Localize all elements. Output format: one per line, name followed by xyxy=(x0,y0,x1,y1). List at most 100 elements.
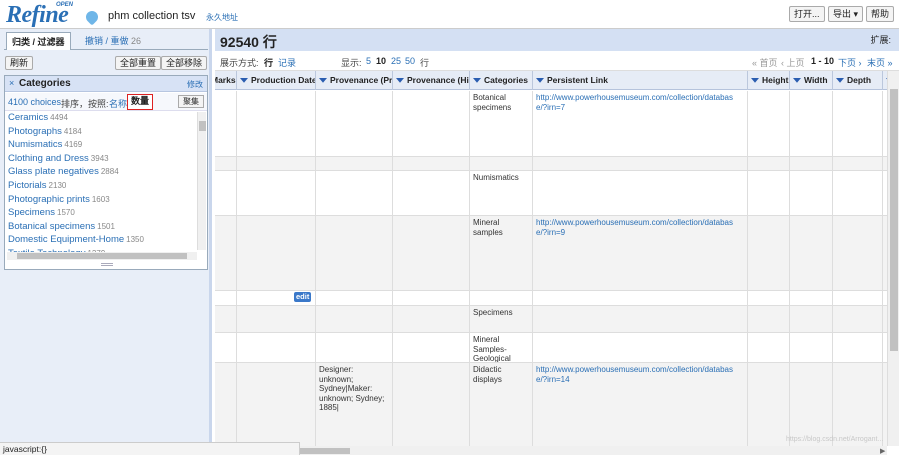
column-menu-arrow-icon[interactable] xyxy=(319,78,327,83)
column-menu-arrow-icon[interactable] xyxy=(473,78,481,83)
table-cell[interactable] xyxy=(215,363,237,446)
table-cell[interactable] xyxy=(833,216,883,290)
persistent-link-cell[interactable] xyxy=(533,333,748,362)
next-page-link[interactable]: 下页 › xyxy=(838,56,862,69)
export-button[interactable]: 导出 ▾ xyxy=(828,6,864,22)
persistent-link-cell[interactable]: http://www.powerhousemuseum.com/collecti… xyxy=(533,216,748,290)
grid-vertical-scrollbar[interactable] xyxy=(887,71,899,446)
table-cell[interactable] xyxy=(748,216,790,290)
table-cell[interactable] xyxy=(748,91,790,156)
categories-cell[interactable]: Specimens xyxy=(470,306,533,332)
provenance-cell[interactable] xyxy=(316,306,393,332)
table-cell[interactable] xyxy=(393,171,470,215)
table-cell[interactable] xyxy=(215,157,237,170)
table-cell[interactable] xyxy=(790,306,833,332)
column-header[interactable]: Width xyxy=(790,71,833,90)
facet-choice-item[interactable]: Specimens 1570 xyxy=(5,207,197,221)
facet-choice-item[interactable]: Pictorials 2130 xyxy=(5,180,197,194)
table-cell[interactable] xyxy=(748,291,790,305)
table-cell[interactable] xyxy=(790,363,833,446)
view-rows-option[interactable]: 行 xyxy=(264,56,273,69)
column-menu-arrow-icon[interactable] xyxy=(793,78,801,83)
facet-choice-item[interactable]: Numismatics 4169 xyxy=(5,139,197,153)
persistent-link-cell[interactable] xyxy=(533,171,748,215)
grid-horizontal-scrollbar[interactable]: ▶ xyxy=(215,446,887,455)
edit-cell-button[interactable]: edit xyxy=(294,292,312,302)
table-cell[interactable] xyxy=(790,333,833,362)
table-cell[interactable] xyxy=(833,157,883,170)
page-size-25[interactable]: 25 xyxy=(391,56,401,66)
prev-page-link[interactable]: ‹ 上页 xyxy=(781,56,805,69)
table-cell[interactable] xyxy=(393,333,470,362)
table-cell[interactable] xyxy=(393,306,470,332)
facet-scroll-thumb[interactable] xyxy=(199,121,206,131)
facet-choice-item[interactable]: Photographic prints 1603 xyxy=(5,194,197,208)
table-cell[interactable] xyxy=(215,306,237,332)
last-page-link[interactable]: 末页 » xyxy=(867,56,893,69)
facet-choice-item[interactable]: Domestic Equipment-Home 1350 xyxy=(5,234,197,248)
open-button[interactable]: 打开... xyxy=(789,6,825,22)
tab-facet-filter[interactable]: 归类 / 过滤器 xyxy=(6,32,71,50)
facet-choice-item[interactable]: Ceramics 4494 xyxy=(5,112,197,126)
table-cell[interactable] xyxy=(215,91,237,156)
table-cell[interactable] xyxy=(215,216,237,290)
table-cell[interactable] xyxy=(393,363,470,446)
page-size-5[interactable]: 5 xyxy=(366,56,371,66)
table-cell[interactable] xyxy=(790,291,833,305)
column-header[interactable]: Provenance (Production) xyxy=(316,71,393,90)
column-header[interactable]: Production Date xyxy=(237,71,316,90)
table-cell[interactable] xyxy=(237,363,316,446)
categories-cell[interactable]: Mineral samples xyxy=(470,216,533,290)
grid-hscroll-thumb[interactable] xyxy=(300,448,350,454)
table-cell[interactable] xyxy=(748,157,790,170)
table-cell[interactable] xyxy=(790,157,833,170)
table-cell[interactable] xyxy=(790,171,833,215)
table-cell[interactable] xyxy=(237,333,316,362)
column-header[interactable]: Persistent Link xyxy=(533,71,748,90)
table-cell[interactable] xyxy=(237,171,316,215)
provenance-cell[interactable] xyxy=(316,333,393,362)
categories-cell[interactable]: Mineral Samples-Geological xyxy=(470,333,533,362)
table-cell[interactable] xyxy=(748,333,790,362)
table-cell[interactable] xyxy=(833,291,883,305)
provenance-cell[interactable] xyxy=(316,291,393,305)
table-cell[interactable] xyxy=(393,216,470,290)
reset-all-button[interactable]: 全部重置 xyxy=(115,56,162,70)
persistent-link-cell[interactable]: http://www.powerhousemuseum.com/collecti… xyxy=(533,363,748,446)
table-cell[interactable] xyxy=(748,363,790,446)
close-icon[interactable]: × xyxy=(9,78,14,88)
table-cell[interactable] xyxy=(748,171,790,215)
persistent-link-cell[interactable] xyxy=(533,306,748,332)
provenance-cell[interactable] xyxy=(316,171,393,215)
facet-horizontal-scrollbar[interactable] xyxy=(7,252,197,260)
facet-choice-item[interactable]: Photographs 4184 xyxy=(5,126,197,140)
help-button[interactable]: 帮助 xyxy=(866,6,895,22)
column-header[interactable]: Provenance (History) xyxy=(393,71,470,90)
persistent-link-cell[interactable] xyxy=(533,291,748,305)
categories-cell[interactable] xyxy=(470,157,533,170)
table-cell[interactable] xyxy=(833,306,883,332)
table-cell[interactable] xyxy=(833,363,883,446)
provenance-cell[interactable] xyxy=(316,216,393,290)
column-menu-arrow-icon[interactable] xyxy=(536,78,544,83)
column-header[interactable]: Height xyxy=(748,71,790,90)
table-cell[interactable] xyxy=(833,333,883,362)
table-cell[interactable] xyxy=(393,291,470,305)
refine-logo[interactable]: Refine OPEN xyxy=(6,2,101,28)
facet-choice-item[interactable]: Botanical specimens 1501 xyxy=(5,221,197,235)
table-cell[interactable] xyxy=(237,157,316,170)
persistent-link-cell[interactable] xyxy=(533,157,748,170)
table-cell[interactable] xyxy=(393,157,470,170)
view-records-option[interactable]: 记录 xyxy=(278,56,296,69)
table-cell[interactable] xyxy=(833,171,883,215)
sort-by-count-option[interactable]: 数量 xyxy=(127,94,154,110)
table-cell[interactable] xyxy=(237,216,316,290)
categories-cell[interactable]: Didactic displays xyxy=(470,363,533,446)
categories-cell[interactable]: Numismatics xyxy=(470,171,533,215)
page-size-10[interactable]: 10 xyxy=(376,56,386,66)
permalink-link[interactable]: 永久地址 xyxy=(206,12,238,23)
column-menu-arrow-icon[interactable] xyxy=(751,78,759,83)
facet-resize-handle[interactable] xyxy=(101,263,113,266)
cluster-button[interactable]: 聚集 xyxy=(178,95,204,108)
remove-all-button[interactable]: 全部移除 xyxy=(161,56,208,70)
